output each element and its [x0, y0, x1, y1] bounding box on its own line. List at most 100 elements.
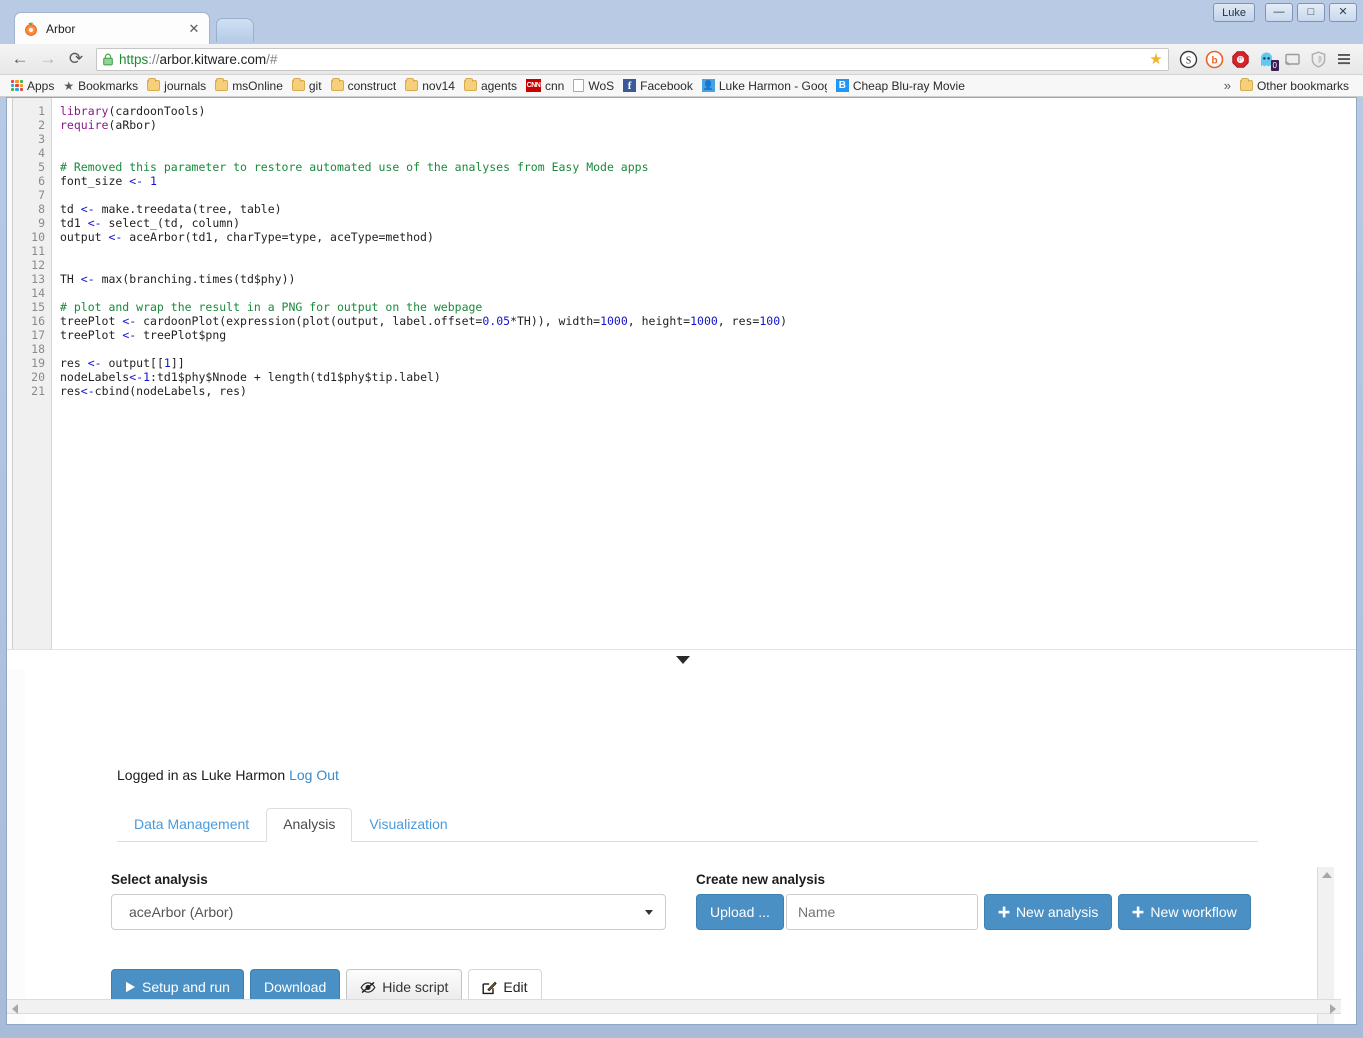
- bookmark-label: WoS: [588, 78, 615, 93]
- select-analysis-value: aceArbor (Arbor): [129, 904, 234, 920]
- reload-icon[interactable]: ⟳: [62, 46, 90, 72]
- forward-icon[interactable]: →: [34, 46, 62, 72]
- chromecast-icon[interactable]: [1279, 46, 1305, 72]
- scroll-left-icon[interactable]: [12, 1004, 18, 1014]
- analysis-name-input[interactable]: [785, 894, 978, 930]
- panel-horizontal-scrollbar[interactable]: [7, 999, 1341, 1014]
- code-line: res<-cbind(nodeLabels, res): [60, 384, 247, 398]
- line-number: 9: [38, 216, 45, 230]
- bookmark-construct[interactable]: construct: [328, 76, 403, 96]
- bookmark-label: nov14: [422, 78, 455, 93]
- back-icon[interactable]: ←: [6, 46, 34, 72]
- code-line: # Removed this parameter to restore auto…: [60, 160, 649, 174]
- bookmark-wos[interactable]: WoS: [570, 76, 620, 96]
- play-icon: [125, 981, 136, 993]
- bookmark-nov14[interactable]: nov14: [402, 76, 461, 96]
- browser-tab-arbor[interactable]: Arbor ✕: [14, 12, 210, 44]
- bitly-icon[interactable]: b: [1201, 46, 1227, 72]
- line-number: 18: [31, 342, 45, 356]
- bookmark-label: construct: [347, 78, 397, 93]
- panel-collapse-handle[interactable]: [7, 649, 1356, 669]
- chevron-down-icon: [645, 910, 653, 915]
- select-analysis-dropdown[interactable]: aceArbor (Arbor): [111, 894, 666, 930]
- tab-strip: Arbor ✕: [0, 12, 1363, 44]
- edit-label: Edit: [503, 979, 528, 995]
- bookmark-label: Luke Harmon - Googl: [718, 78, 827, 93]
- line-number: 10: [31, 230, 45, 244]
- editor-line-numbers: 1 2 3 4 5 6 7 8 9 10 11 12 13 14 15 16 17 18 19 20 21: [13, 98, 52, 649]
- address-bar[interactable]: https://arbor.kitware.com/# ★: [96, 47, 1169, 71]
- blue-b-icon: B: [835, 79, 849, 92]
- scholar-icon[interactable]: S: [1175, 46, 1201, 72]
- menu-icon[interactable]: [1331, 46, 1357, 72]
- line-number: 14: [31, 286, 45, 300]
- pencil-square-icon: [482, 980, 498, 995]
- tab-title: Arbor: [46, 21, 76, 36]
- apps-shortcut[interactable]: Apps: [8, 76, 60, 96]
- bookmarks-label: Bookmarks: [78, 78, 139, 93]
- script-editor[interactable]: 1 2 3 4 5 6 7 8 9 10 11 12 13 14 15 16 17 18 19 20 21 librar…: [7, 98, 1356, 649]
- tab-visualization[interactable]: Visualization: [352, 808, 464, 842]
- new-analysis-button[interactable]: New analysis: [983, 894, 1113, 930]
- code-line: # plot and wrap the result in a PNG for …: [60, 300, 483, 314]
- url-path: /#: [266, 51, 278, 67]
- close-icon[interactable]: ✕: [187, 22, 201, 36]
- code-line: require(aRbor): [60, 118, 157, 132]
- upload-button[interactable]: Upload ...: [696, 894, 784, 930]
- tab-data-management[interactable]: Data Management: [117, 808, 266, 842]
- ghostery-icon[interactable]: 0: [1253, 46, 1279, 72]
- setup-and-run-label: Setup and run: [142, 979, 230, 995]
- folder-icon: [1239, 78, 1253, 91]
- adblock-icon[interactable]: [1227, 46, 1253, 72]
- bookmarks-shortcut[interactable]: ★ Bookmarks: [60, 76, 144, 96]
- editor-code-area[interactable]: library(cardoonTools) require(aRbor) # Re…: [52, 98, 1356, 649]
- bookmark-label: agents: [480, 78, 517, 93]
- bookmark-agents[interactable]: agents: [461, 76, 523, 96]
- new-workflow-button[interactable]: New workflow: [1118, 894, 1251, 930]
- scroll-right-icon[interactable]: [1330, 1004, 1336, 1014]
- bookmark-git[interactable]: git: [289, 76, 328, 96]
- bookmark-cheap-bluray[interactable]: B Cheap Blu-ray Movie: [833, 76, 971, 96]
- bookmark-journals[interactable]: journals: [144, 76, 212, 96]
- bookmark-facebook[interactable]: f Facebook: [620, 76, 699, 96]
- folder-icon: [147, 78, 161, 91]
- code-line: TH <- max(branching.times(td$phy)): [60, 272, 296, 286]
- tab-analysis[interactable]: Analysis: [266, 808, 353, 842]
- scroll-up-icon[interactable]: [1322, 872, 1332, 878]
- select-analysis-label: Select analysis: [111, 872, 208, 887]
- url-host: arbor.kitware.com: [159, 51, 267, 67]
- shield-icon[interactable]: [1305, 46, 1331, 72]
- other-bookmarks-folder[interactable]: Other bookmarks: [1237, 76, 1355, 96]
- apps-label: Apps: [27, 78, 55, 93]
- bookmarks-overflow-icon[interactable]: »: [1224, 78, 1231, 93]
- star-icon: ★: [63, 78, 75, 93]
- line-number: 1: [38, 104, 45, 118]
- new-tab-button[interactable]: [216, 18, 254, 42]
- chevron-down-icon[interactable]: [675, 655, 690, 664]
- line-number: 8: [38, 202, 45, 216]
- plus-icon: [1132, 906, 1144, 918]
- panel-content: Logged in as Luke Harmon Log Out Data Man…: [25, 669, 1334, 1024]
- bookmark-msonline[interactable]: msOnline: [212, 76, 289, 96]
- arbor-tree-icon: [23, 21, 39, 37]
- log-out-link[interactable]: Log Out: [289, 767, 339, 783]
- code-line: treePlot <- cardoonPlot(expression(plot(…: [60, 314, 788, 328]
- other-bookmarks-label: Other bookmarks: [1256, 78, 1349, 93]
- code-line: res <- output[[1]]: [60, 356, 185, 370]
- line-number: 21: [31, 384, 45, 398]
- folder-icon: [463, 78, 477, 91]
- browser-toolbar: ← → ⟳ https://arbor.kitware.com/# ★ S b: [0, 44, 1363, 75]
- line-number: 2: [38, 118, 45, 132]
- login-status: Logged in as Luke Harmon Log Out: [117, 767, 339, 783]
- bookmark-cnn[interactable]: CNN cnn: [523, 76, 570, 96]
- create-new-analysis-row: Upload ... New analysis: [696, 894, 1251, 930]
- bookmark-luke-harmon-google[interactable]: 👤 Luke Harmon - Googl: [699, 76, 833, 96]
- line-number: 3: [38, 132, 45, 146]
- bookmark-star-icon[interactable]: ★: [1146, 50, 1166, 69]
- create-new-analysis-label: Create new analysis: [696, 872, 826, 887]
- line-number: 19: [31, 356, 45, 370]
